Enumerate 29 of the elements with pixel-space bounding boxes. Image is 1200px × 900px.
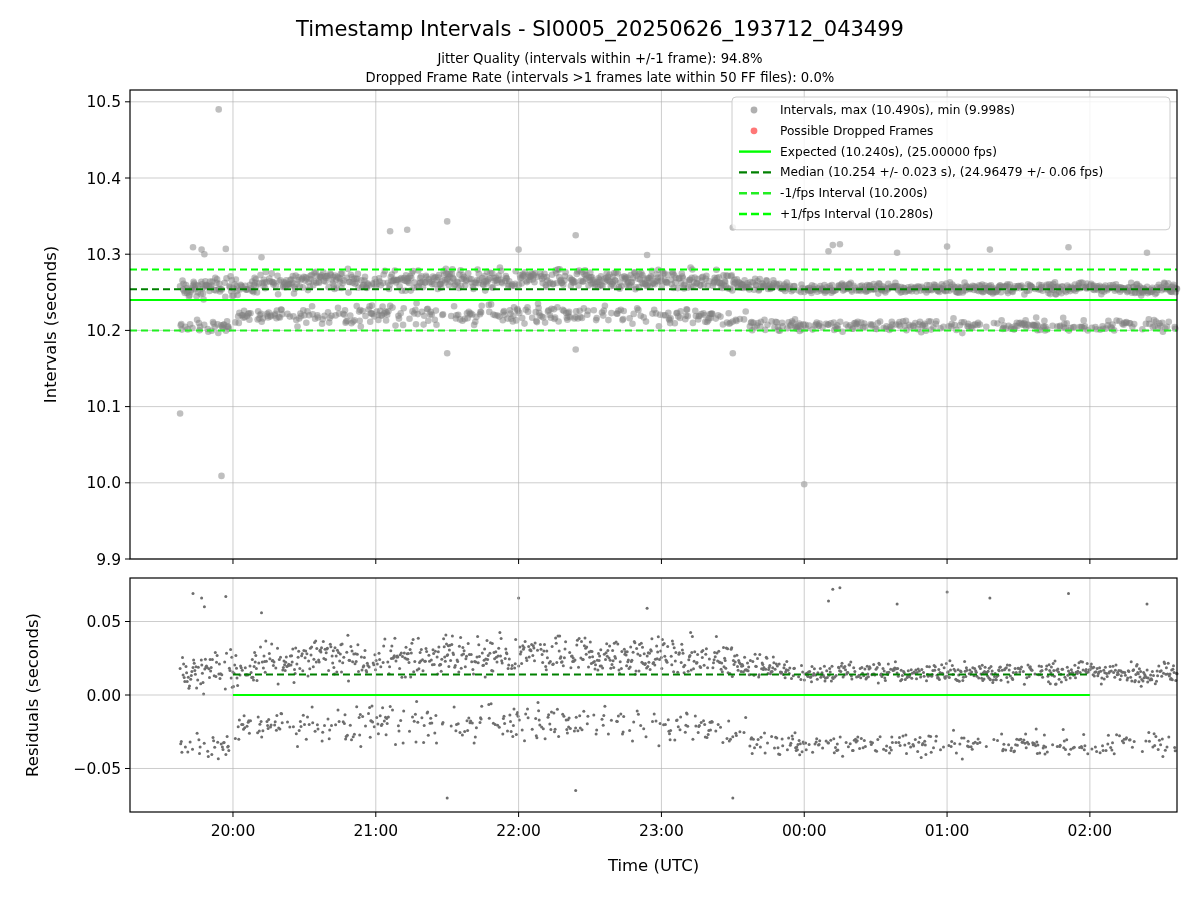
axis-label: Residuals (seconds)	[23, 613, 42, 777]
legend-label: Median (10.254 +/- 0.023 s), (24.96479 +/- 0.06 fps)	[780, 165, 1104, 180]
legend-label: Intervals, max (10.490s), min (9.998s)	[780, 103, 1016, 117]
legend-label: +1/fps Interval (10.280s)	[780, 207, 934, 221]
tick-label: 10.4	[86, 169, 121, 188]
tick-label: 00:00	[781, 822, 827, 840]
axis-label: Intervals (seconds)	[41, 245, 60, 404]
legend-label: Possible Dropped Frames	[780, 123, 934, 138]
tick-label: 9.9	[96, 550, 121, 569]
tick-label: 23:00	[639, 822, 684, 840]
tick-label: 10.5	[86, 93, 121, 112]
figure-subtitle: Dropped Frame Rate (intervals >1 frames late within 50 FF files): 0.0%	[365, 70, 835, 85]
tick-label: 01:00	[924, 822, 970, 840]
tick-label: 0.00	[86, 686, 121, 705]
tick-label: 20:00	[210, 822, 256, 840]
tick-label: 0.05	[86, 613, 121, 631]
tick-label: −0.05	[73, 760, 121, 778]
tick-label: 02:00	[1067, 822, 1113, 840]
legend-label: Expected (10.240s), (25.00000 fps)	[780, 144, 997, 159]
figure-subtitle: Jitter Quality (intervals within +/-1 frame): 94.8%	[437, 51, 763, 66]
tick-label: 21:00	[353, 822, 399, 840]
legend-label: -1/fps Interval (10.200s)	[780, 186, 928, 201]
tick-label: 10.0	[86, 474, 121, 493]
axis-label: Time (UTC)	[607, 856, 700, 875]
tick-label: 10.1	[86, 398, 121, 417]
figure-title: Timestamp Intervals - SI0005_20250626_193712_043499	[296, 17, 904, 41]
tick-label: 22:00	[496, 822, 541, 840]
tick-label: 10.3	[86, 245, 121, 264]
tick-label: 10.2	[86, 321, 121, 340]
